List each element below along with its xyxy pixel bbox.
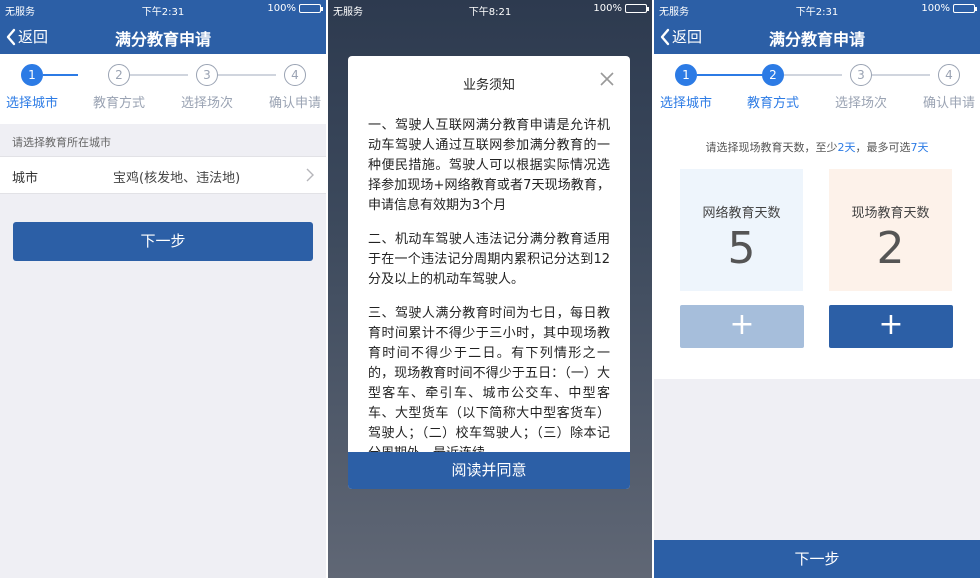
- page-title: 满分教育申请: [114, 30, 211, 49]
- step-3: 3 选择场次: [821, 64, 901, 111]
- step-indicator: 1 选择城市 2 教育方式 3 选择场次 4 确认申请: [654, 54, 980, 124]
- step-1: 1 选择城市: [654, 64, 726, 111]
- online-days-value: 5: [727, 223, 756, 274]
- status-icons: 100%: [593, 3, 649, 14]
- step-label: 选择城市: [5, 96, 58, 111]
- next-button[interactable]: 下一步: [13, 222, 313, 261]
- city-hint: 请选择教育所在城市: [12, 136, 111, 149]
- step-label: 选择场次: [834, 96, 887, 111]
- status-icons: 100%: [267, 3, 323, 14]
- screen-notice: 无服务 下午8:21 100% 业务须知 一、驾驶人互联网满分教育申请是允许机动…: [328, 0, 652, 578]
- step-label: 教育方式: [92, 96, 145, 111]
- online-days-card: 网络教育天数 5: [680, 169, 803, 291]
- battery-percent: 100%: [593, 3, 622, 14]
- site-days-label: 现场教育天数: [851, 206, 930, 221]
- days-hint: 请选择现场教育天数，至少2天，最多可选7天: [705, 141, 929, 154]
- step-number: 2: [762, 64, 784, 86]
- dialog-body[interactable]: 一、驾驶人互联网满分教育申请是允许机动车驾驶人通过互联网参加满分教育的一种便民措…: [368, 116, 610, 452]
- online-days-label: 网络教育天数: [702, 206, 781, 221]
- chevron-left-icon: [6, 28, 16, 45]
- status-bar: 无服务 下午2:31 100%: [0, 0, 326, 18]
- education-days-panel: 请选择现场教育天数，至少2天，最多可选7天 网络教育天数 5 现场教育天数 2 …: [654, 124, 980, 379]
- nav-bar: 返回 满分教育申请: [0, 18, 326, 54]
- step-number: 2: [108, 64, 130, 86]
- step-indicator: 1 选择城市 2 教育方式 3 选择场次 4 确认申请: [0, 54, 326, 124]
- step-4: 4 确认申请: [909, 64, 980, 111]
- notice-paragraph: 一、驾驶人互联网满分教育申请是允许机动车驾驶人通过互联网参加满分教育的一种便民措…: [368, 118, 610, 213]
- back-button[interactable]: 返回: [6, 26, 48, 47]
- site-days-value: 2: [876, 223, 905, 274]
- next-button[interactable]: 下一步: [654, 540, 980, 578]
- screen-education-method: 无服务 下午2:31 100% 返回 满分教育申请 1 选择城市 2 教育方式 …: [654, 0, 980, 578]
- back-label: 返回: [18, 28, 49, 46]
- step-number: 3: [196, 64, 218, 86]
- step-label: 选择场次: [180, 96, 233, 111]
- step-1: 1 选择城市: [0, 64, 72, 111]
- step-3: 3 选择场次: [167, 64, 247, 111]
- step-number: 1: [675, 64, 697, 86]
- step-2: 2 教育方式: [79, 64, 159, 111]
- battery-icon: [953, 4, 977, 13]
- battery-icon: [625, 4, 649, 13]
- step-4: 4 确认申请: [255, 64, 326, 111]
- add-site-day-button[interactable]: +: [829, 305, 953, 348]
- screen-choose-city: 无服务 下午2:31 100% 返回 满分教育申请 1 选择城市 2 教育方式 …: [0, 0, 326, 578]
- city-selector[interactable]: 城市 宝鸡(核发地、违法地): [0, 156, 326, 194]
- page-title: 满分教育申请: [768, 30, 865, 49]
- status-bar: 无服务 下午2:31 100%: [654, 0, 980, 18]
- agree-button[interactable]: 阅读并同意: [348, 452, 630, 489]
- dialog-title: 业务须知: [462, 78, 515, 93]
- step-label: 选择城市: [659, 96, 712, 111]
- battery-icon: [299, 4, 323, 13]
- chevron-left-icon: [660, 28, 670, 45]
- city-label: 城市: [12, 171, 39, 186]
- step-label: 教育方式: [746, 96, 799, 111]
- back-label: 返回: [672, 28, 703, 46]
- notice-dialog: 业务须知 一、驾驶人互联网满分教育申请是允许机动车驾驶人通过互联网参加满分教育的…: [348, 56, 630, 489]
- add-online-day-button[interactable]: +: [680, 305, 804, 348]
- step-label: 确认申请: [922, 96, 975, 111]
- close-icon[interactable]: [600, 72, 614, 86]
- step-number: 4: [938, 64, 960, 86]
- battery-percent: 100%: [267, 3, 296, 14]
- city-value: 宝鸡(核发地、违法地): [113, 171, 241, 186]
- chevron-right-icon: [306, 168, 314, 182]
- battery-percent: 100%: [921, 3, 950, 14]
- step-number: 1: [21, 64, 43, 86]
- step-2: 2 教育方式: [733, 64, 813, 111]
- notice-paragraph: 二、机动车驾驶人违法记分满分教育适用于在一个违法记分周期内累积记分达到12分及以…: [368, 232, 610, 287]
- status-bar: 无服务 下午8:21 100%: [328, 0, 652, 18]
- nav-bar: 返回 满分教育申请: [654, 18, 980, 54]
- status-icons: 100%: [921, 3, 977, 14]
- step-number: 3: [850, 64, 872, 86]
- back-button[interactable]: 返回: [660, 26, 702, 47]
- step-label: 确认申请: [268, 96, 321, 111]
- notice-paragraph: 三、驾驶人满分教育时间为七日，每日教育时间累计不得少于三小时，其中现场教育时间不…: [368, 306, 610, 452]
- site-days-card: 现场教育天数 2: [829, 169, 952, 291]
- step-number: 4: [284, 64, 306, 86]
